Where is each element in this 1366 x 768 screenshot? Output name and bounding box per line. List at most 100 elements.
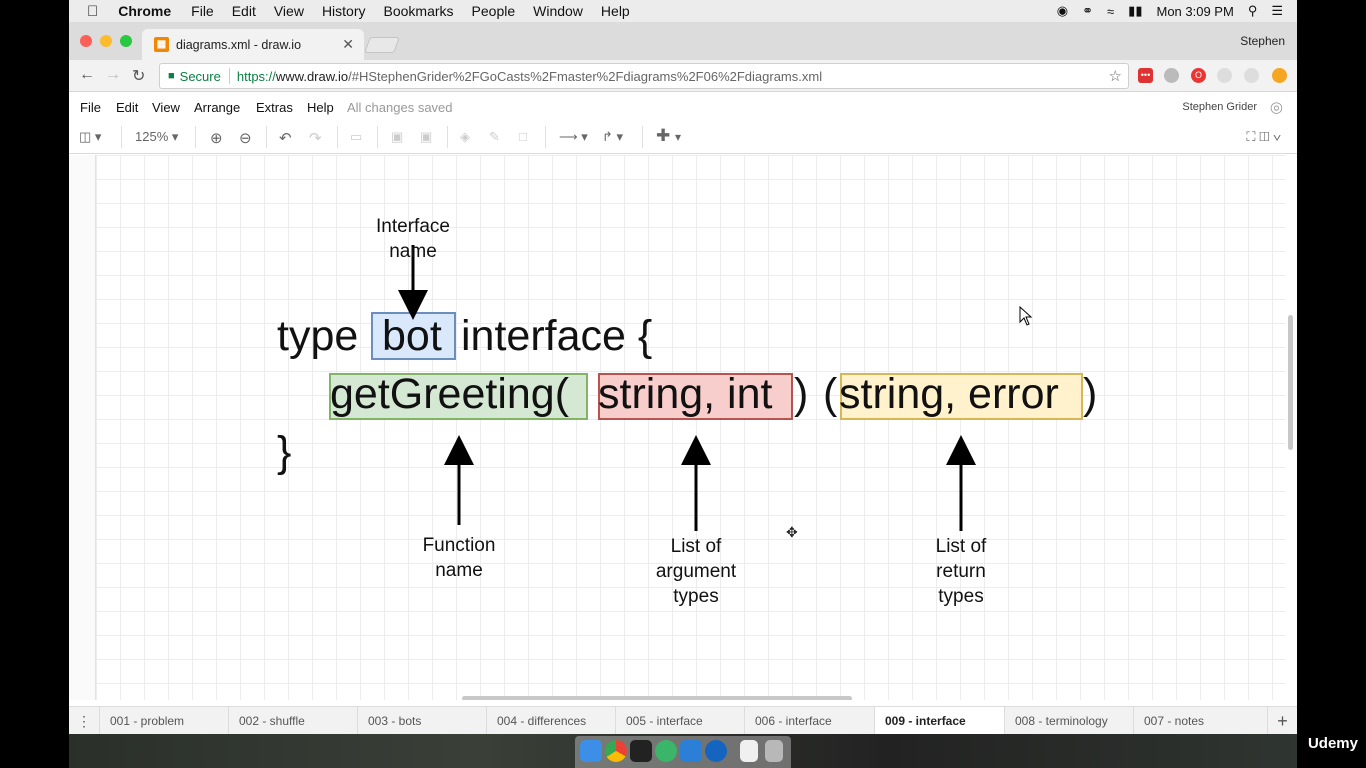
new-tab-button[interactable] (364, 37, 400, 53)
clock[interactable]: Mon 3:09 PM (1156, 4, 1233, 19)
page-tab[interactable]: 007 - notes (1133, 707, 1262, 735)
page-tab-active[interactable]: 009 - interface syntax (874, 707, 1004, 756)
drawio-toolbar: ◫ ▾ 125% ▾ ⊕ ⊖ ↶ ↷ ▭ ▣ ▣ ◈ ✎ □ ⟶ ▾ ↱ ▾ ✚… (69, 120, 1297, 154)
finder-icon[interactable] (580, 740, 602, 762)
tab-title: diagrams.xml - draw.io (176, 37, 302, 52)
browser-toolbar: ← → ↻ ■ Secure https:// www.draw.io /#HS… (69, 60, 1297, 92)
spotlight-search-icon[interactable]: ⚲ (1248, 3, 1258, 19)
reload-icon[interactable]: ↻ (132, 66, 145, 86)
profile-name[interactable]: Stephen (1240, 34, 1285, 48)
vertical-scrollbar[interactable] (1288, 315, 1293, 450)
toolbar-divider (545, 126, 546, 148)
page-tab[interactable]: 003 - bots (357, 707, 486, 735)
notification-center-icon[interactable]: ☰ (1271, 3, 1283, 19)
redo-icon[interactable]: ↷ (309, 129, 322, 147)
minimize-window-button[interactable] (100, 35, 112, 47)
move-handle-icon[interactable]: ✥ (786, 524, 798, 541)
menubar-status-area: ◉ ⚭ ≈ ▮▮ Mon 3:09 PM ⚲ ☰ (1057, 0, 1297, 22)
url-host: www.draw.io (275, 68, 349, 84)
drawio-menu-edit[interactable]: Edit (116, 100, 138, 115)
documents-icon[interactable] (740, 740, 758, 762)
page-tab[interactable]: 005 - interface (615, 707, 744, 735)
to-front-icon[interactable]: ▣ (391, 129, 403, 145)
toolbar-divider (447, 126, 448, 148)
menubar-people[interactable]: People (472, 3, 516, 19)
zoom-in-icon[interactable]: ⊕ (210, 129, 223, 147)
save-status: All changes saved (347, 100, 453, 115)
horizontal-scrollbar[interactable] (462, 696, 852, 700)
terminal-icon[interactable] (630, 740, 652, 762)
zoom-out-icon[interactable]: ⊖ (239, 129, 252, 147)
drawio-menu-extras[interactable]: Extras (256, 100, 293, 115)
page-tab[interactable]: 008 - terminology (1004, 707, 1133, 735)
chrome-icon[interactable] (605, 740, 627, 762)
arrows-layer (398, 245, 976, 531)
drawio-menu-view[interactable]: View (152, 100, 180, 115)
wifi-icon[interactable]: ≈ (1107, 4, 1114, 19)
dock (575, 736, 791, 768)
tab-strip: ▦ diagrams.xml - draw.io ✕ Stephen (69, 22, 1297, 60)
fill-color-icon[interactable]: ◈ (460, 129, 470, 145)
drawio-menu-help[interactable]: Help (307, 100, 334, 115)
menubar-view[interactable]: View (274, 3, 304, 19)
function-name-label[interactable]: Function name (399, 533, 519, 583)
line-color-icon[interactable]: ✎ (489, 129, 500, 145)
waypoints-icon[interactable]: ↱ ▾ (602, 129, 623, 145)
trash-icon[interactable] (765, 740, 783, 762)
forward-arrow-icon[interactable]: → (105, 66, 121, 84)
menubar-window[interactable]: Window (533, 3, 583, 19)
apple-icon[interactable]:  (87, 3, 98, 20)
close-window-button[interactable] (80, 35, 92, 47)
address-bar[interactable]: ■ Secure https:// www.draw.io /#HStephen… (159, 63, 1129, 89)
return-types-label[interactable]: List of return types (901, 534, 1021, 609)
udemy-watermark: Udemy (1307, 735, 1358, 752)
page-tab[interactable]: 006 - interface (744, 707, 874, 735)
safari-icon[interactable] (705, 740, 727, 762)
back-arrow-icon[interactable]: ← (79, 66, 95, 84)
drawio-menu-file[interactable]: File (80, 100, 101, 115)
link-extension-icon[interactable] (1217, 68, 1232, 83)
insert-plus-icon[interactable]: ✚ ▾ (656, 126, 681, 146)
browser-tab[interactable]: ▦ diagrams.xml - draw.io ✕ (142, 29, 364, 60)
undo-icon[interactable]: ↶ (279, 129, 292, 147)
glasses-icon[interactable]: ⚭ (1082, 3, 1093, 19)
lastpass-extension-icon[interactable]: ••• (1138, 68, 1153, 83)
interface-name-label[interactable]: Interface name (353, 214, 473, 264)
drawio-menu-arrange[interactable]: Arrange (194, 100, 240, 115)
vscode-icon[interactable] (680, 740, 702, 762)
bookmark-star-icon[interactable]: ☆ (1109, 67, 1122, 85)
fullscreen-panels-icon[interactable]: ⛶ ◫ ∨ (1246, 129, 1281, 145)
diagram-canvas[interactable]: type bot interface { getGreeting( string… (69, 155, 1297, 700)
menubar-help[interactable]: Help (601, 3, 630, 19)
record-icon[interactable]: ◉ (1057, 3, 1068, 19)
menubar-history[interactable]: History (322, 3, 366, 19)
menubar-bookmarks[interactable]: Bookmarks (384, 3, 454, 19)
zoom-level-select[interactable]: 125% ▾ (135, 129, 178, 145)
toolbar-divider (642, 126, 643, 148)
orange-extension-icon[interactable] (1272, 68, 1287, 83)
battery-icon[interactable]: ▮▮ (1128, 3, 1142, 19)
argument-types-label[interactable]: List of argument types (636, 534, 756, 609)
drawio-menubar: File Edit View Arrange Extras Help All c… (69, 93, 1297, 120)
tab-close-icon[interactable]: ✕ (342, 36, 354, 53)
pushbullet-extension-icon[interactable] (1244, 68, 1259, 83)
language-globe-icon[interactable]: ◎ (1270, 98, 1283, 116)
page-tab[interactable]: 002 - shuffle (228, 707, 357, 735)
delete-icon[interactable]: ▭ (350, 129, 362, 145)
format-panel-toggle-icon[interactable]: ◫ ▾ (79, 129, 101, 145)
menubar-app-name[interactable]: Chrome (118, 3, 171, 19)
menubar-edit[interactable]: Edit (232, 3, 256, 19)
cloud-extension-icon[interactable] (1164, 68, 1179, 83)
to-back-icon[interactable]: ▣ (420, 129, 432, 145)
pages-menu-icon[interactable]: ⋮ (69, 707, 99, 735)
connection-style-icon[interactable]: ⟶ ▾ (559, 129, 588, 145)
add-page-icon[interactable]: + (1267, 707, 1297, 735)
spotify-icon[interactable] (655, 740, 677, 762)
drawio-user[interactable]: Stephen Grider (1182, 101, 1257, 113)
page-tab[interactable]: 001 - problem (99, 707, 228, 735)
zoom-window-button[interactable] (120, 35, 132, 47)
shadow-icon[interactable]: □ (519, 129, 527, 144)
opera-extension-icon[interactable]: O (1191, 68, 1206, 83)
page-tab[interactable]: 004 - differences (486, 707, 615, 735)
menubar-file[interactable]: File (191, 3, 214, 19)
